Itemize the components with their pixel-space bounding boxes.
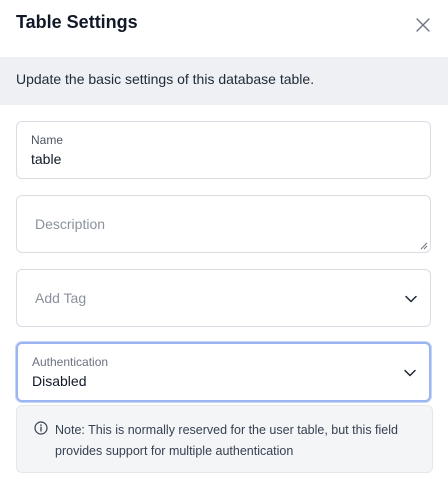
dialog-title: Table Settings xyxy=(16,12,138,32)
add-tag-placeholder: Add Tag xyxy=(35,290,87,306)
name-label: Name xyxy=(31,133,64,147)
description-placeholder: Description xyxy=(35,216,106,232)
authentication-note: Note: This is normally reserved for the … xyxy=(16,405,433,473)
dialog-header: Table Settings xyxy=(0,0,448,48)
info-icon xyxy=(34,421,48,435)
description-textarea[interactable]: Description xyxy=(16,195,431,253)
dialog-description-banner: Update the basic settings of this databa… xyxy=(0,57,448,105)
chevron-down-icon xyxy=(403,366,417,380)
authentication-label: Authentication xyxy=(32,355,109,369)
authentication-value: Disabled xyxy=(32,373,87,389)
authentication-select[interactable]: Authentication Disabled xyxy=(16,342,431,402)
add-tag-select[interactable]: Add Tag xyxy=(16,269,431,327)
resize-handle-icon[interactable] xyxy=(420,242,428,250)
close-icon xyxy=(416,18,430,32)
note-text: Note: This is normally reserved for the … xyxy=(55,423,398,458)
close-button[interactable] xyxy=(409,11,437,39)
chevron-down-icon xyxy=(404,292,418,306)
name-value: table xyxy=(31,151,62,167)
name-field[interactable]: Name table xyxy=(16,121,431,179)
dialog-description: Update the basic settings of this databa… xyxy=(16,71,315,87)
